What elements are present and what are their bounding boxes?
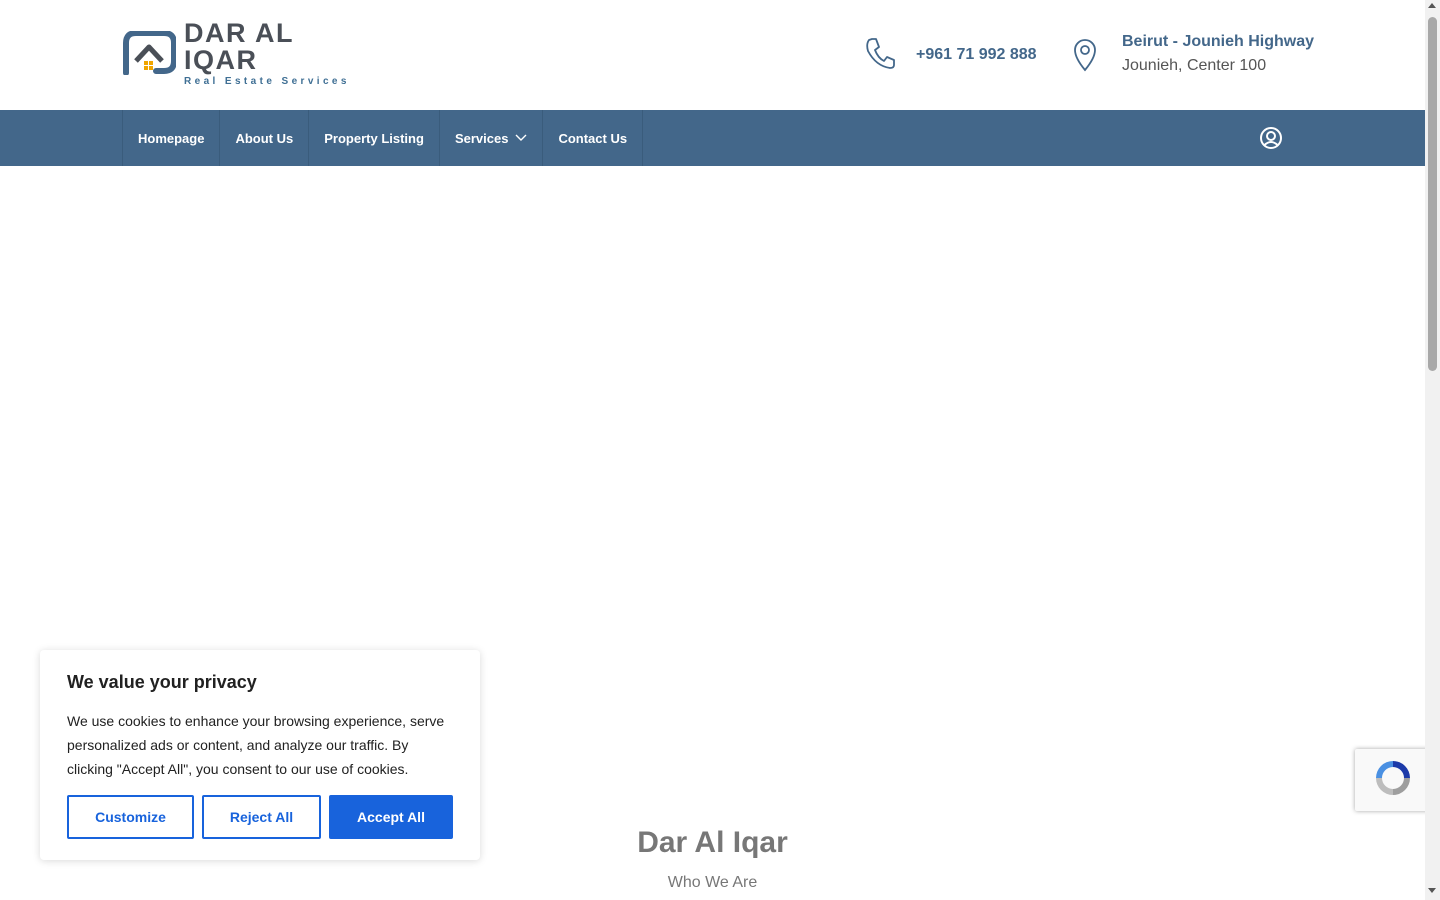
nav-item-label: Contact Us	[558, 130, 628, 146]
cookie-text: We use cookies to enhance your browsing …	[67, 713, 445, 777]
site-header: DAR AL IQAR Real Estate Services +961 71…	[0, 0, 1425, 110]
nav-item-label: Services	[454, 130, 509, 146]
page-scrollbar[interactable]	[1425, 0, 1440, 900]
nav-item-about-us[interactable]: About Us	[220, 110, 310, 166]
section-subtitle: Who We Are	[667, 874, 758, 891]
nav-item-label: Homepage	[138, 130, 205, 146]
nav-item-property-listing[interactable]: Property Listing	[309, 110, 440, 166]
main-nav: Homepage About Us Property Listing Servi…	[0, 110, 1425, 166]
nav-item-contact-us[interactable]: Contact Us	[543, 110, 644, 166]
chevron-down-icon	[515, 134, 527, 142]
scroll-up-arrow-icon[interactable]	[1428, 3, 1436, 8]
nav-item-label: Property Listing	[324, 130, 424, 146]
cookie-title: We value your privacy	[67, 672, 257, 692]
logo-mark-icon	[122, 30, 177, 76]
logo-tagline: Real Estate Services	[184, 75, 350, 87]
user-circle-icon[interactable]	[1259, 126, 1283, 150]
header-address: Beirut - Jounieh Highway Jounieh, Center…	[1072, 32, 1314, 77]
accept-all-button[interactable]: Accept All	[329, 795, 453, 839]
cookie-buttons: Customize Reject All Accept All	[67, 795, 453, 839]
phone-number: +961 71 992 888	[916, 46, 1037, 63]
nav-item-services[interactable]: Services	[440, 110, 544, 166]
recaptcha-badge[interactable]	[1355, 749, 1430, 811]
address-line-1: Beirut - Jounieh Highway	[1122, 33, 1315, 50]
reject-all-button[interactable]: Reject All	[202, 795, 321, 839]
nav-item-label: About Us	[235, 130, 294, 146]
map-pin-icon	[1072, 38, 1098, 77]
scroll-thumb[interactable]	[1428, 17, 1437, 371]
header-phone[interactable]: +961 71 992 888	[864, 36, 1037, 74]
nav-item-homepage[interactable]: Homepage	[123, 110, 221, 166]
phone-icon	[864, 36, 896, 75]
customize-button[interactable]: Customize	[67, 795, 194, 839]
nav-list: Homepage About Us Property Listing Servi…	[122, 110, 644, 166]
site-logo[interactable]: DAR AL IQAR Real Estate Services	[122, 19, 362, 86]
scroll-down-arrow-icon[interactable]	[1428, 888, 1436, 893]
cookie-banner: We value your privacy We use cookies to …	[40, 650, 480, 860]
address-line-2: Jounieh, Center 100	[1122, 57, 1267, 74]
logo-name: DAR AL IQAR	[184, 17, 294, 75]
recaptcha-icon	[1372, 757, 1414, 804]
